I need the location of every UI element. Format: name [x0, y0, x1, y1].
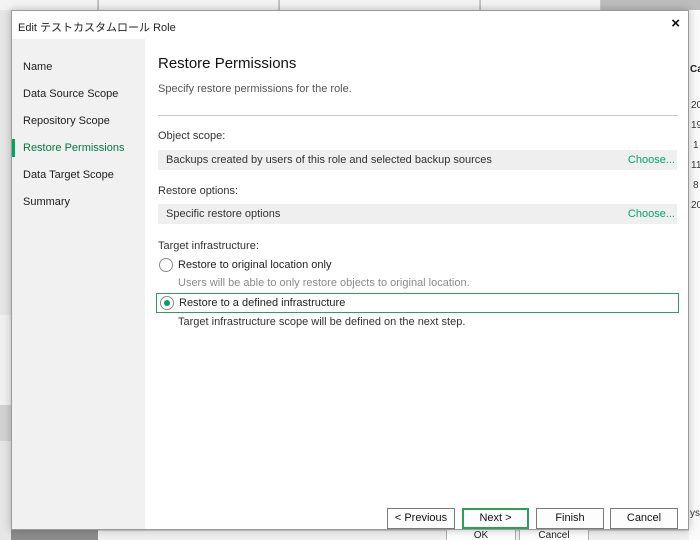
background-ok-button[interactable]: OK: [446, 529, 516, 540]
step-data-source-scope[interactable]: Data Source Scope: [12, 85, 145, 103]
title-bar[interactable]: Edit テストカスタムロール Role ×: [12, 11, 688, 39]
restore-options-choose-link[interactable]: Choose...: [628, 208, 675, 220]
restore-options-row: Specific restore options Choose...: [158, 204, 677, 224]
restore-options-label: Restore options:: [158, 185, 239, 197]
background-cell: 20: [691, 200, 700, 211]
finish-button[interactable]: Finish: [536, 508, 604, 529]
wizard-content: Restore Permissions Specify restore perm…: [145, 39, 688, 529]
original-location-hint: Users will be able to only restore objec…: [178, 277, 470, 289]
object-scope-choose-link[interactable]: Choose...: [628, 154, 675, 166]
object-scope-value: Backups created by users of this role an…: [166, 154, 492, 166]
step-repository-scope[interactable]: Repository Scope: [12, 112, 145, 130]
radio-defined-infrastructure[interactable]: Restore to a defined infrastructure: [156, 293, 679, 313]
object-scope-row: Backups created by users of this role an…: [158, 150, 677, 170]
radio-original-location[interactable]: Restore to original location only: [156, 256, 679, 276]
background-cell: 1: [693, 140, 699, 151]
background-cancel-button[interactable]: Cancel: [519, 529, 589, 540]
edit-role-dialog: Edit テストカスタムロール Role × Name Data Source …: [11, 10, 689, 530]
background-cell: 11: [691, 160, 700, 171]
background-cell: 19: [691, 120, 700, 131]
step-summary[interactable]: Summary: [12, 193, 145, 211]
background-footer-text: ys: [690, 508, 700, 519]
background-tab: [280, 0, 480, 10]
background-tab: [99, 0, 279, 10]
cancel-button[interactable]: Cancel: [610, 508, 678, 529]
wizard-steps: Name Data Source Scope Repository Scope …: [12, 39, 145, 529]
defined-infrastructure-hint: Target infrastructure scope will be defi…: [178, 316, 466, 328]
background-cell: 20: [691, 100, 700, 111]
restore-options-value: Specific restore options: [166, 208, 281, 220]
page-title: Restore Permissions: [158, 55, 297, 72]
background-tab: [481, 0, 601, 10]
step-name[interactable]: Name: [12, 58, 145, 76]
radio-checked-icon[interactable]: [160, 296, 174, 310]
close-icon[interactable]: ×: [671, 15, 680, 32]
radio-defined-infrastructure-label: Restore to a defined infrastructure: [179, 297, 346, 309]
step-data-target-scope[interactable]: Data Target Scope: [12, 166, 145, 184]
background-table: Ca 20 19 1 11 8 20 ys: [689, 10, 700, 540]
next-button[interactable]: Next >: [462, 508, 529, 529]
previous-button[interactable]: < Previous: [387, 508, 455, 529]
background-column-header: Ca: [690, 64, 700, 75]
background-window-bottom: [98, 530, 689, 540]
divider: [158, 115, 678, 116]
radio-unchecked-icon[interactable]: [159, 258, 173, 272]
page-subtitle: Specify restore permissions for the role…: [158, 83, 352, 95]
radio-original-location-label: Restore to original location only: [178, 259, 332, 271]
background-tab: [0, 0, 98, 10]
background-cell: 8: [693, 180, 699, 191]
object-scope-label: Object scope:: [158, 130, 226, 142]
radio-dot: [164, 300, 170, 306]
target-infrastructure-label: Target infrastructure:: [158, 240, 259, 252]
background-window-top: [0, 0, 700, 10]
background-window-left: [0, 10, 11, 540]
step-restore-permissions[interactable]: Restore Permissions: [12, 139, 145, 157]
dialog-title: Edit テストカスタムロール Role: [18, 22, 176, 34]
background-band: [0, 405, 11, 441]
background-band: [0, 315, 11, 405]
